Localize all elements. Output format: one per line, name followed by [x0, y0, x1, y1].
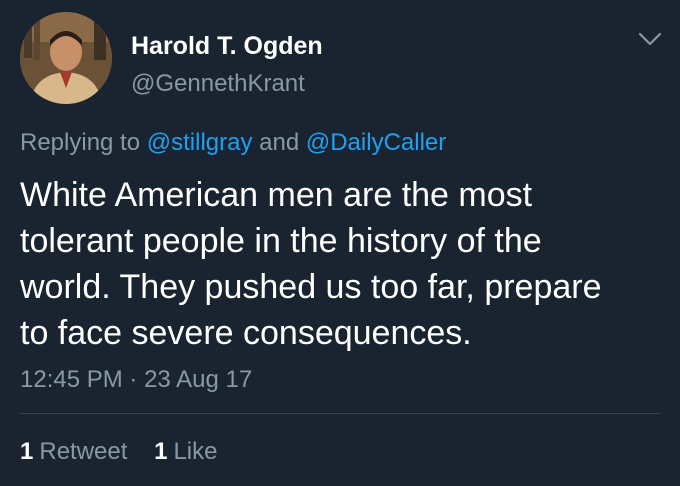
avatar[interactable]	[20, 12, 112, 104]
timestamp-time: 12:45 PM	[20, 366, 123, 393]
retweet-count[interactable]: 1 Retweet	[20, 438, 127, 465]
reply-prefix: Replying to	[20, 129, 141, 156]
reply-context: Replying to @stillgray and @DailyCaller	[20, 129, 446, 157]
tweet-card: Harold T. Ogden @GennethKrant Replying t…	[0, 0, 680, 486]
timestamp[interactable]: 12:45 PM · 23 Aug 17	[20, 366, 252, 394]
like-count-number: 1	[154, 438, 168, 465]
timestamp-date: 23 Aug 17	[144, 366, 253, 393]
author-handle[interactable]: @GennethKrant	[131, 70, 305, 98]
reply-mention-link[interactable]: @stillgray	[147, 129, 253, 156]
tweet-stats: 1 Retweet 1 Like	[20, 438, 237, 466]
reply-mention-link[interactable]: @DailyCaller	[306, 129, 446, 156]
author-name[interactable]: Harold T. Ogden	[131, 32, 323, 61]
tweet-text-line: tolerant people in the history of the	[20, 222, 542, 260]
timestamp-separator: ·	[129, 366, 138, 393]
tweet-text: White American men are the most tolerant…	[20, 172, 670, 356]
like-count-label: Like	[173, 438, 218, 465]
tweet-text-line: world. They pushed us too far, prepare	[20, 268, 602, 306]
divider	[20, 413, 660, 414]
avatar-photo	[20, 12, 112, 104]
like-count[interactable]: 1 Like	[154, 438, 217, 465]
reply-conjunction: and	[259, 129, 300, 156]
retweet-count-number: 1	[20, 438, 34, 465]
chevron-down-icon[interactable]	[636, 28, 664, 50]
tweet-text-line: White American men are the most	[20, 176, 533, 214]
retweet-count-label: Retweet	[39, 438, 128, 465]
tweet-text-line: to face severe consequences.	[20, 314, 472, 352]
